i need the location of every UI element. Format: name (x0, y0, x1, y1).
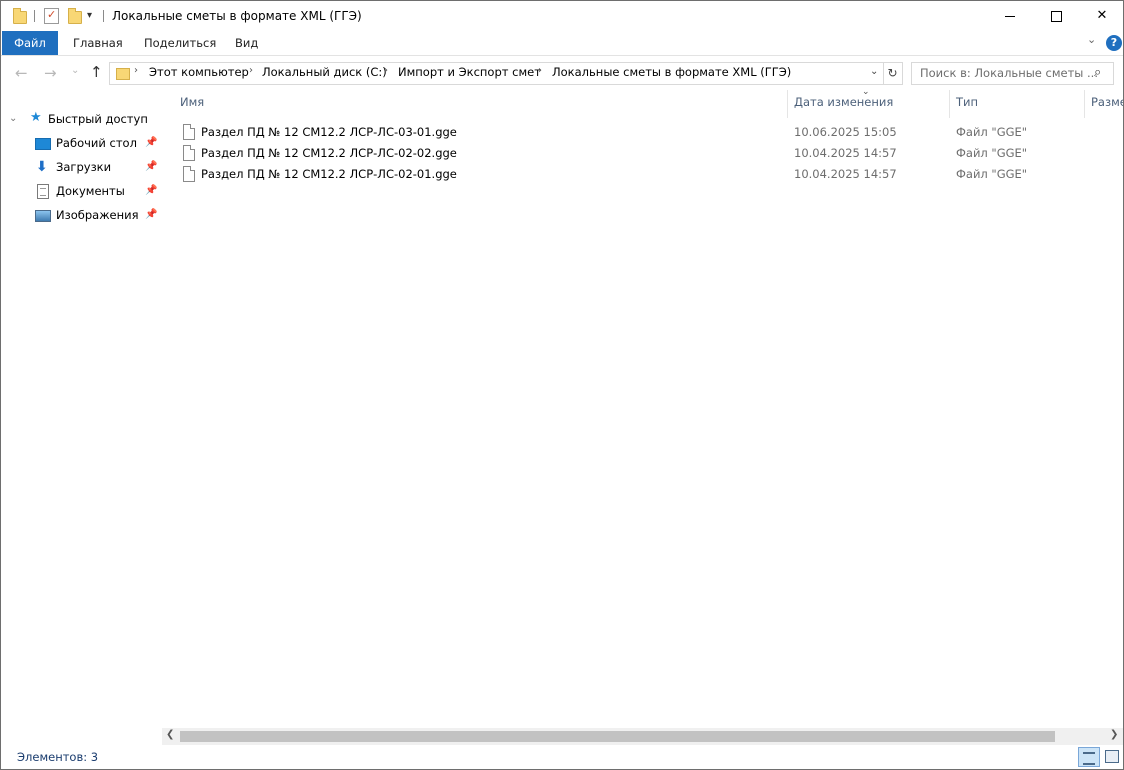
details-view-button[interactable] (1078, 747, 1100, 767)
column-header-size[interactable]: Разме (1091, 95, 1123, 109)
tab-share[interactable]: Поделиться (144, 31, 216, 55)
sidebar-item-documents[interactable]: Документы 📌 (1, 180, 161, 202)
file-date: 10.04.2025 14:57 (794, 167, 897, 181)
file-type: Файл "GGE" (956, 125, 1028, 139)
customize-quick-access-icon[interactable]: ▾ (87, 10, 92, 21)
ribbon-tabs: Файл Главная Поделиться Вид ⌄ ? (1, 31, 1123, 56)
file-row[interactable]: Раздел ПД № 12 СМ12.2 ЛСР-ЛС-02-02.gge 1… (162, 143, 1123, 164)
new-folder-icon[interactable] (68, 8, 82, 24)
scrollbar-thumb[interactable] (180, 731, 1055, 742)
quick-access-item[interactable]: ⌄ ★ Быстрый доступ (1, 108, 161, 130)
column-header-type[interactable]: Тип (956, 95, 978, 109)
file-type: Файл "GGE" (956, 167, 1028, 181)
forward-button[interactable]: → (44, 64, 57, 82)
up-button[interactable]: ↑ (90, 63, 103, 81)
file-date: 10.06.2025 15:05 (794, 125, 897, 139)
window-title: Локальные сметы в формате XML (ГГЭ) (112, 9, 362, 23)
tab-view[interactable]: Вид (235, 31, 258, 55)
items-count: Элементов: 3 (17, 750, 99, 764)
file-name: Раздел ПД № 12 СМ12.2 ЛСР-ЛС-02-02.gge (201, 146, 457, 160)
file-name: Раздел ПД № 12 СМ12.2 ЛСР-ЛС-02-01.gge (201, 167, 457, 181)
column-divider[interactable] (787, 90, 788, 118)
documents-icon (37, 184, 49, 199)
large-icons-view-icon (1105, 750, 1119, 763)
column-header-name[interactable]: Имя (180, 95, 204, 109)
scroll-left-icon[interactable]: ❮ (166, 729, 174, 740)
chevron-down-icon[interactable]: ⌄ (9, 108, 17, 130)
breadcrumb-current-folder[interactable]: Локальные сметы в формате XML (ГГЭ) (552, 65, 791, 79)
toolbar-separator (34, 10, 35, 22)
properties-icon[interactable]: ✓ (44, 8, 59, 24)
breadcrumb-separator[interactable]: › (384, 65, 388, 76)
tab-file[interactable]: Файл (2, 31, 58, 55)
toolbar-separator (103, 10, 104, 22)
desktop-icon (35, 138, 51, 150)
search-box[interactable]: Поиск в: Локальные сметы ... ⌕ (911, 62, 1114, 85)
sidebar-item-label: Документы (56, 184, 125, 198)
sidebar-item-desktop[interactable]: Рабочий стол 📌 (1, 132, 161, 154)
sidebar-item-downloads[interactable]: ⬇ Загрузки 📌 (1, 156, 161, 178)
pictures-icon (35, 210, 51, 222)
large-icons-view-button[interactable] (1102, 747, 1122, 765)
file-icon (183, 145, 195, 161)
breadcrumb-local-disk[interactable]: Локальный диск (C:) (262, 65, 387, 79)
refresh-button[interactable]: ↻ (883, 62, 903, 85)
column-divider[interactable] (1084, 90, 1085, 118)
details-view-icon (1083, 752, 1095, 765)
recent-locations-icon[interactable]: ⌄ (71, 65, 79, 76)
address-bar[interactable]: › Этот компьютер › Локальный диск (C:) ›… (109, 62, 884, 85)
maximize-button[interactable] (1033, 1, 1079, 31)
status-bar: Элементов: 3 (1, 745, 1123, 769)
breadcrumb-this-pc[interactable]: Этот компьютер (149, 65, 249, 79)
breadcrumb-separator: › (134, 65, 138, 76)
file-icon (183, 124, 195, 140)
search-placeholder: Поиск в: Локальные сметы ... (920, 66, 1098, 80)
search-icon[interactable]: ⌕ (1094, 65, 1101, 80)
address-dropdown-icon[interactable]: ⌄ (870, 66, 878, 77)
horizontal-scrollbar[interactable]: ❮ ❯ (162, 728, 1123, 745)
title-bar: ✓ ▾ Локальные сметы в формате XML (ГГЭ) … (1, 1, 1123, 31)
file-type: Файл "GGE" (956, 146, 1028, 160)
navigation-pane: ⌄ ★ Быстрый доступ Рабочий стол 📌 ⬇ Загр… (1, 88, 161, 744)
breadcrumb-separator[interactable]: › (538, 65, 542, 76)
sidebar-item-label: Изображения (56, 208, 139, 222)
expand-ribbon-icon[interactable]: ⌄ (1087, 33, 1096, 46)
file-list: Имя ⌄ Дата изменения Тип Разме Раздел ПД… (162, 88, 1123, 728)
file-date: 10.04.2025 14:57 (794, 146, 897, 160)
file-row[interactable]: Раздел ПД № 12 СМ12.2 ЛСР-ЛС-02-01.gge 1… (162, 164, 1123, 185)
scroll-right-icon[interactable]: ❯ (1110, 729, 1118, 740)
column-header-date[interactable]: Дата изменения (794, 95, 893, 109)
pin-icon: 📌 (145, 161, 158, 172)
downloads-icon: ⬇ (36, 159, 48, 175)
breadcrumb-separator[interactable]: › (249, 65, 253, 76)
breadcrumb-import-export[interactable]: Импорт и Экспорт смет (398, 65, 541, 79)
help-button[interactable]: ? (1106, 35, 1122, 51)
explorer-window: ✓ ▾ Локальные сметы в формате XML (ГГЭ) … (0, 0, 1124, 770)
file-row[interactable]: Раздел ПД № 12 СМ12.2 ЛСР-ЛС-03-01.gge 1… (162, 122, 1123, 143)
back-button[interactable]: ← (15, 64, 28, 82)
minimize-button[interactable] (987, 1, 1033, 31)
navigation-bar: ← → ⌄ ↑ › Этот компьютер › Локальный дис… (1, 56, 1123, 88)
file-icon (183, 166, 195, 182)
column-divider[interactable] (949, 90, 950, 118)
pin-icon: 📌 (145, 209, 158, 220)
folder-icon (13, 8, 27, 24)
star-icon: ★ (30, 110, 42, 125)
folder-icon (116, 68, 130, 80)
pin-icon: 📌 (145, 185, 158, 196)
file-name: Раздел ПД № 12 СМ12.2 ЛСР-ЛС-03-01.gge (201, 125, 457, 139)
sidebar-item-pictures[interactable]: Изображения 📌 (1, 204, 161, 226)
pin-icon: 📌 (145, 137, 158, 148)
tab-home[interactable]: Главная (73, 31, 123, 55)
quick-access-label: Быстрый доступ (48, 112, 148, 126)
sidebar-item-label: Загрузки (56, 160, 112, 174)
sidebar-item-label: Рабочий стол (56, 136, 137, 150)
close-button[interactable]: ✕ (1079, 1, 1123, 31)
